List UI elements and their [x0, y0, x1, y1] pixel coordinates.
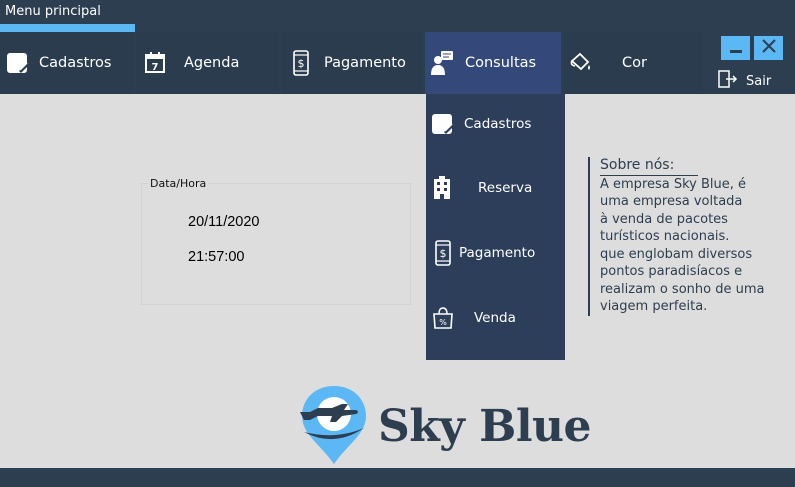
datetime-group [141, 183, 411, 305]
about-line: uma empresa voltada [600, 194, 743, 209]
paint-bucket-icon [568, 50, 594, 76]
menu-agenda[interactable]: 7 Agenda [136, 32, 279, 94]
about-line: A empresa Sky Blue, é [600, 176, 747, 192]
phone-payment-icon: $ [288, 50, 314, 76]
about-line: pontos paradisíacos e [600, 264, 743, 279]
menu-pagamento-label: Pagamento [324, 55, 406, 71]
about-line: realizam o sonho de uma [600, 281, 765, 297]
brand-logo: Sky Blue [296, 382, 592, 470]
phone-payment-icon: $ [430, 240, 456, 266]
exit-label: Sair [746, 73, 772, 89]
about-line: turísticos nacionais. [600, 229, 730, 244]
svg-text:%: % [439, 318, 447, 327]
svg-text:$: $ [440, 247, 447, 260]
minimize-button[interactable] [721, 36, 750, 60]
about-line: viagem perfeita. [600, 299, 708, 314]
dropdown-item-label: Cadastros [464, 116, 532, 132]
menu-consultas-label: Consultas [465, 55, 537, 71]
menu-cor-label: Cor [622, 55, 647, 71]
dropdown-item-label: Reserva [478, 180, 533, 196]
main-menu-bar: Cadastros 7 Agenda $ Pagamento Consultas… [0, 32, 795, 94]
shopping-bag-icon: % [430, 305, 456, 331]
svg-text:7: 7 [152, 62, 159, 73]
menu-consultas[interactable]: Consultas [425, 32, 561, 94]
edit-note-icon [430, 111, 456, 137]
consult-person-icon [429, 50, 455, 76]
airplane-pin-logo-icon [296, 382, 372, 470]
close-icon [761, 38, 777, 58]
about-line: à venda de pacotes [600, 211, 728, 227]
title-accent-bar [0, 24, 135, 32]
building-icon [430, 175, 456, 201]
current-date: 20/11/2020 [188, 214, 260, 230]
menu-cadastros[interactable]: Cadastros [0, 32, 133, 94]
exit-door-icon [718, 70, 738, 92]
menu-pagamento[interactable]: $ Pagamento [282, 32, 422, 94]
dropdown-item-label: Venda [474, 310, 516, 326]
minimize-icon [729, 39, 743, 58]
svg-text:$: $ [298, 57, 305, 70]
datetime-group-label: Data/Hora [148, 177, 209, 190]
about-line: que englobam diversos [600, 246, 753, 262]
dropdown-item-venda[interactable]: % Venda [426, 288, 565, 348]
dropdown-item-cadastros[interactable]: Cadastros [426, 94, 565, 154]
menu-agenda-label: Agenda [184, 55, 240, 71]
menu-cor[interactable]: Cor [563, 32, 703, 94]
exit-button[interactable]: Sair [718, 70, 771, 92]
window-title: Menu principal [5, 4, 101, 19]
title-bar: Menu principal [0, 0, 795, 32]
current-time: 21:57:00 [188, 249, 245, 265]
about-section: Sobre nós: A empresa Sky Blue, é uma emp… [588, 157, 788, 316]
edit-note-icon [5, 50, 31, 76]
dropdown-item-label: Pagamento [459, 245, 536, 261]
close-button[interactable] [754, 36, 783, 60]
calendar-icon: 7 [142, 50, 168, 76]
bottom-bar [0, 468, 795, 487]
brand-name: Sky Blue [378, 400, 592, 452]
dropdown-item-pagamento[interactable]: $ Pagamento [426, 223, 565, 283]
consultas-dropdown: Cadastros Reserva $ Pagamento % Venda [426, 94, 565, 360]
about-title: Sobre nós: [600, 157, 699, 176]
dropdown-item-reserva[interactable]: Reserva [426, 158, 565, 218]
menu-cadastros-label: Cadastros [39, 55, 112, 71]
